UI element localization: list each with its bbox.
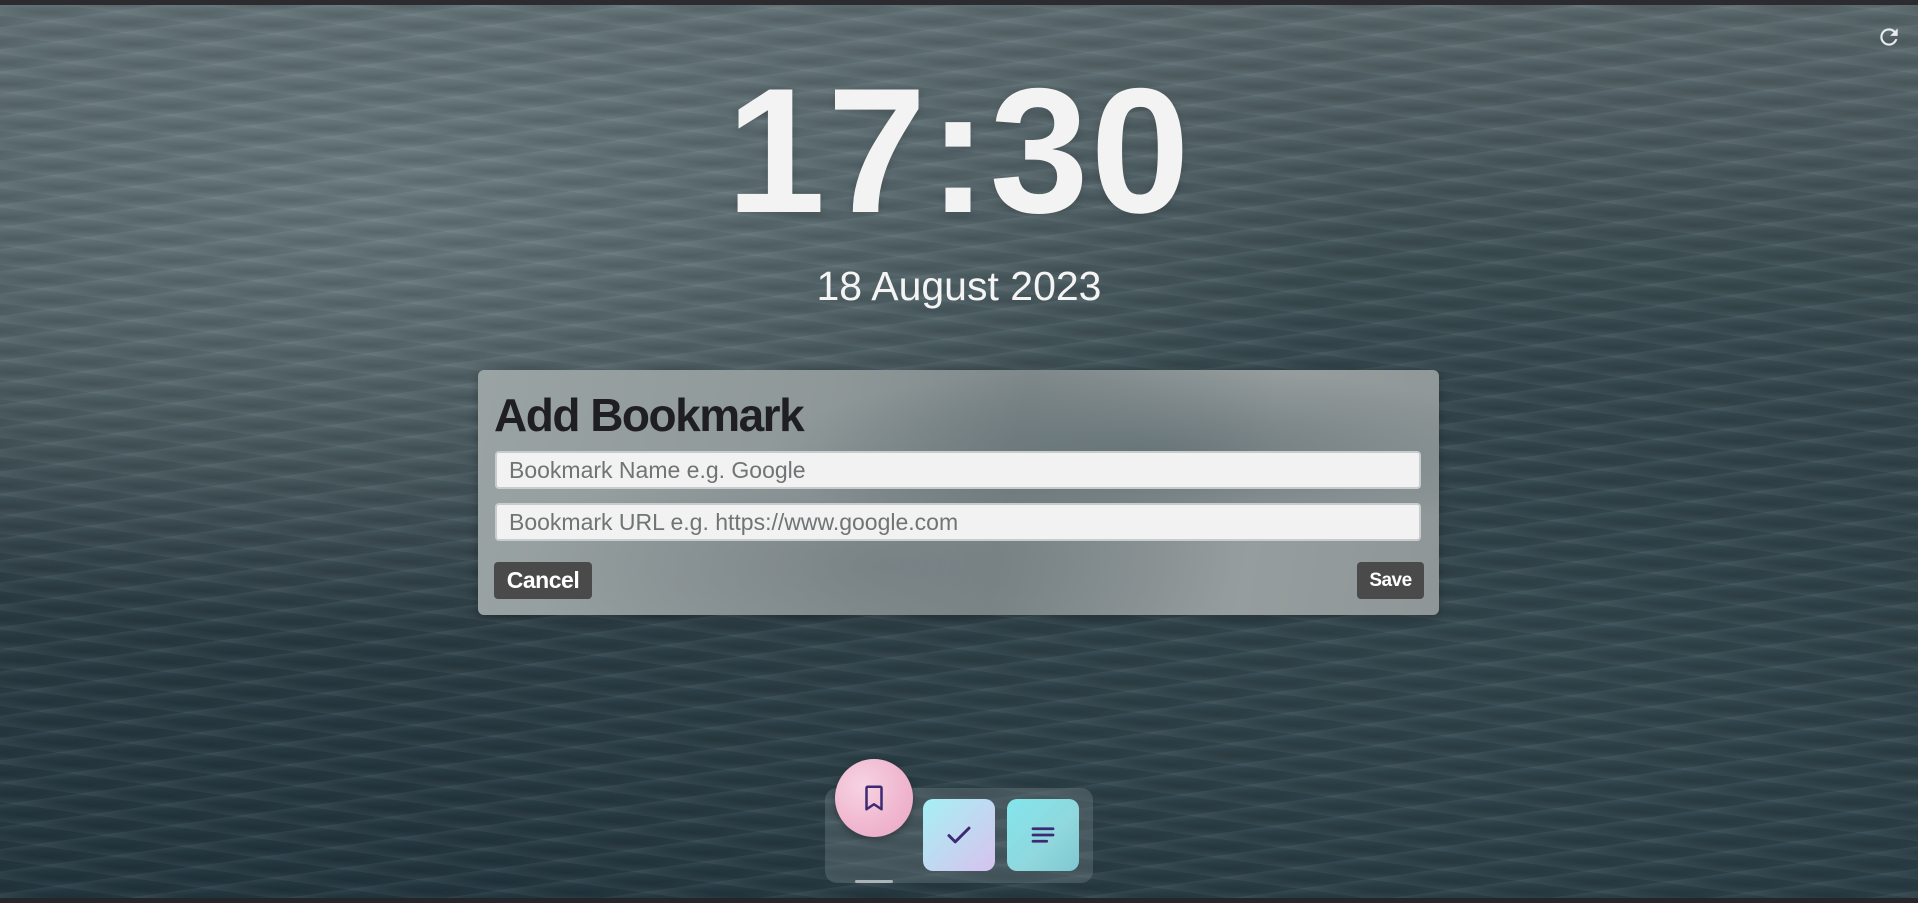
refresh-button[interactable]: [1874, 22, 1904, 52]
bookmarks-button[interactable]: [835, 759, 913, 837]
cancel-button[interactable]: Cancel: [494, 562, 592, 599]
bookmark-name-input[interactable]: [495, 451, 1421, 489]
checkmark-icon: [947, 826, 971, 844]
notes-button[interactable]: [1007, 799, 1079, 871]
bottom-border: [0, 898, 1918, 903]
refresh-icon: [1880, 28, 1898, 46]
notes-icon: [1031, 827, 1055, 843]
add-bookmark-panel: Add Bookmark Cancel Save: [478, 370, 1439, 615]
bookmark-url-input[interactable]: [495, 503, 1421, 541]
todo-button[interactable]: [923, 799, 995, 871]
clock-date: 18 August 2023: [816, 263, 1102, 309]
save-button[interactable]: Save: [1357, 562, 1424, 599]
panel-title: Add Bookmark: [494, 389, 805, 441]
clock-time: 17:30: [726, 51, 1192, 250]
active-indicator: [855, 880, 893, 883]
bookmark-icon: [865, 785, 883, 811]
